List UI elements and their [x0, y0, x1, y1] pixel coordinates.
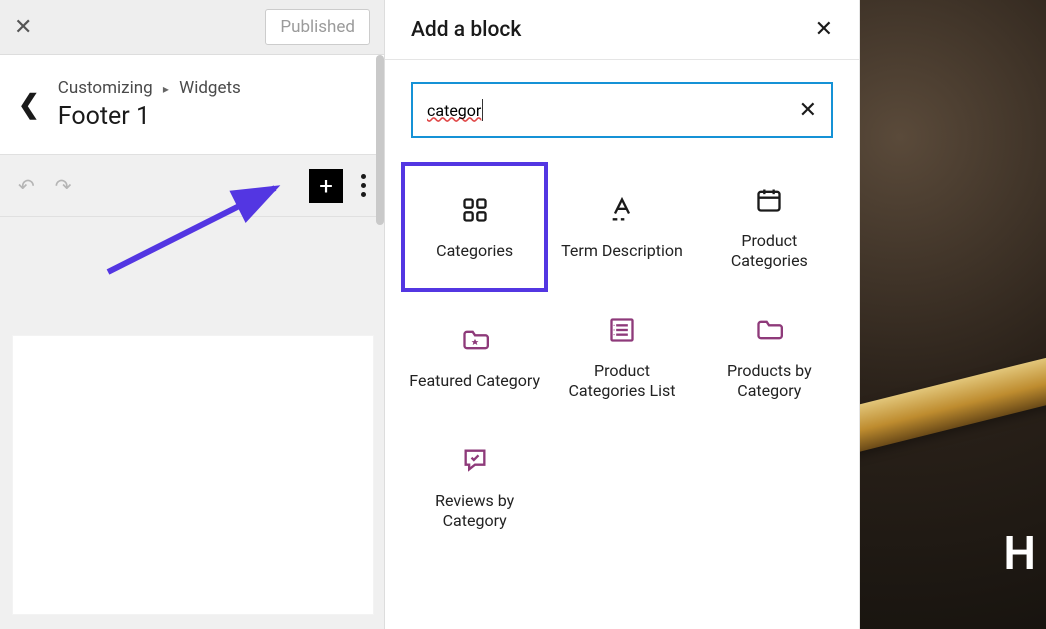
- widget-placeholder[interactable]: [12, 335, 374, 615]
- block-product-categories[interactable]: Product Categories: [696, 162, 843, 292]
- preview-heading-fragment: H: [1003, 527, 1036, 581]
- calendar-icon: [755, 183, 783, 217]
- add-block-panel: Add a block ✕ categor ✕ Categories Term D…: [385, 0, 860, 629]
- customizer-header: ❮ Customizing ▸ Widgets Footer 1: [0, 55, 384, 155]
- panel-title: Add a block: [411, 18, 521, 42]
- block-term-description[interactable]: Term Description: [548, 162, 695, 292]
- block-featured-category[interactable]: Featured Category: [401, 292, 548, 422]
- aunderline-icon: [608, 193, 636, 227]
- close-customizer-button[interactable]: ✕: [14, 15, 32, 40]
- block-product-cat-list[interactable]: Product Categories List: [548, 292, 695, 422]
- widget-toolbar: ↶ ↷ +: [0, 155, 384, 217]
- folder-star-icon: [461, 323, 489, 357]
- block-search-field[interactable]: categor ✕: [411, 82, 833, 138]
- block-label: Term Description: [561, 241, 683, 261]
- add-block-button[interactable]: +: [309, 169, 343, 203]
- block-reviews-by-category[interactable]: Reviews by Category: [401, 422, 548, 552]
- block-label: Categories: [436, 241, 513, 261]
- block-label: Products by Category: [702, 361, 837, 401]
- breadcrumb: Customizing ▸ Widgets: [58, 78, 241, 98]
- block-categories[interactable]: Categories: [401, 162, 548, 292]
- block-label: Product Categories: [702, 231, 837, 271]
- customizer-topbar: ✕ Published: [0, 0, 384, 55]
- search-input-text: categor: [427, 101, 481, 120]
- back-button[interactable]: ❮: [18, 90, 40, 120]
- page-title: Footer 1: [58, 102, 241, 131]
- grid-icon: [461, 193, 489, 227]
- block-label: Featured Category: [409, 371, 540, 391]
- site-preview: H: [860, 0, 1046, 629]
- breadcrumb-root: Customizing: [58, 78, 153, 98]
- undo-button[interactable]: ↶: [18, 174, 35, 198]
- close-panel-button[interactable]: ✕: [815, 17, 833, 42]
- more-menu-button[interactable]: [361, 174, 366, 197]
- chevron-right-icon: ▸: [163, 82, 169, 96]
- block-products-by-category[interactable]: Products by Category: [696, 292, 843, 422]
- block-label: Reviews by Category: [407, 491, 542, 531]
- scrollbar[interactable]: [376, 55, 384, 225]
- block-label: Product Categories List: [554, 361, 689, 401]
- folder-icon: [755, 313, 783, 347]
- block-grid: Categories Term Description Product Catego…: [385, 148, 859, 566]
- list-icon: [608, 313, 636, 347]
- publish-button[interactable]: Published: [265, 9, 370, 45]
- redo-button[interactable]: ↷: [55, 174, 72, 198]
- clear-search-button[interactable]: ✕: [799, 98, 817, 123]
- breadcrumb-leaf: Widgets: [179, 78, 241, 98]
- text-caret: [482, 99, 483, 121]
- review-icon: [461, 443, 489, 477]
- plus-icon: +: [319, 172, 333, 200]
- customizer-sidebar: ✕ Published ❮ Customizing ▸ Widgets Foot…: [0, 0, 385, 629]
